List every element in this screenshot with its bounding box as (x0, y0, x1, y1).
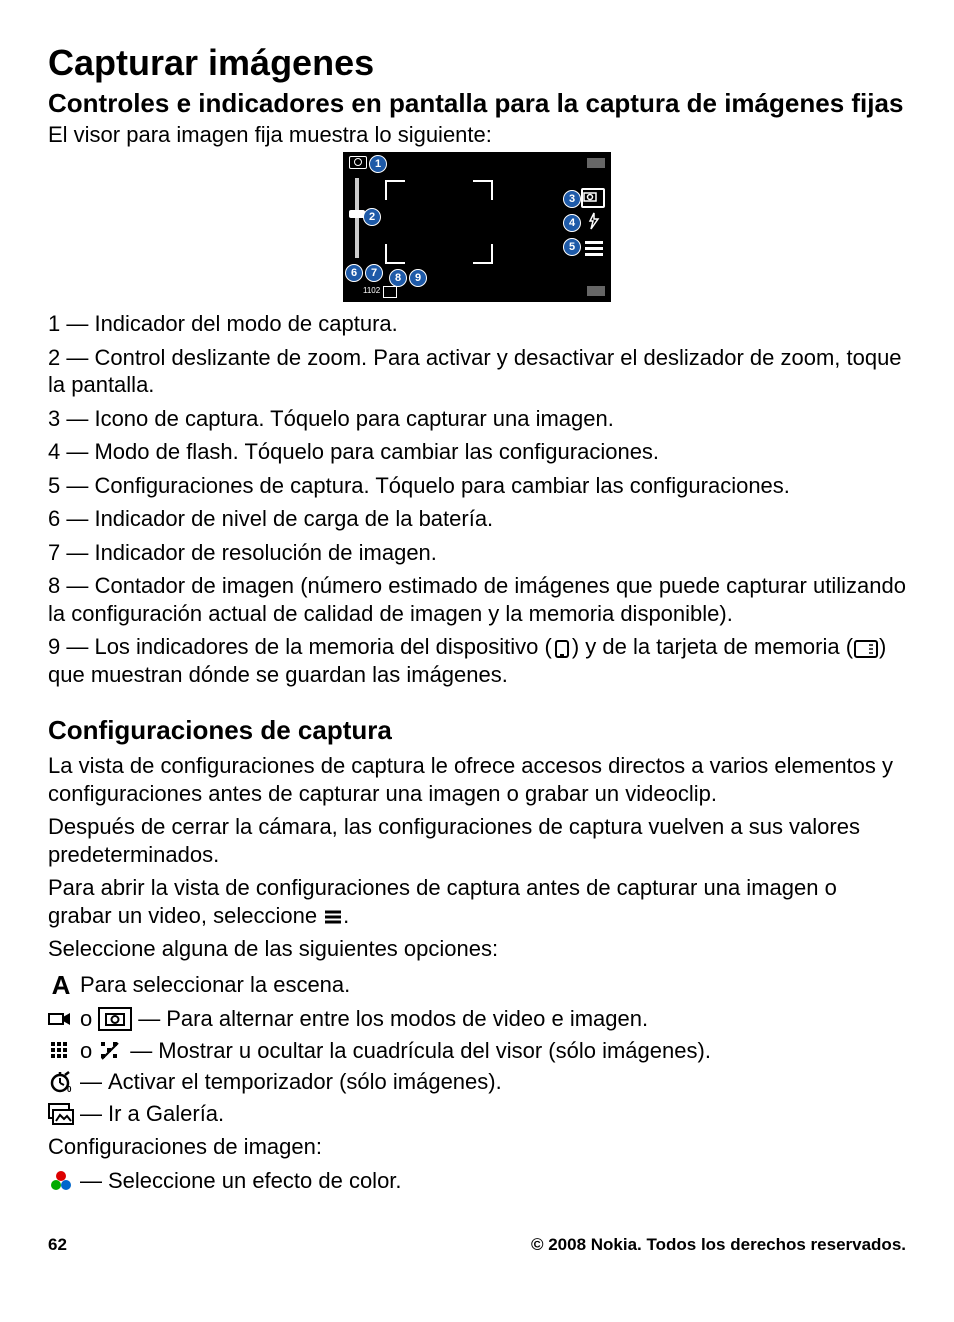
copyright: © 2008 Nokia. Todos los derechos reserva… (531, 1234, 906, 1255)
option-scene-text: Para seleccionar la escena. (80, 971, 350, 999)
settings-p3b: . (343, 903, 349, 928)
option-timer-text: Activar el temporizador (sólo imágenes). (108, 1068, 502, 1096)
grid-off-icon (98, 1040, 124, 1062)
capture-icon (581, 188, 605, 208)
option-toggle-text: Para alternar entre los modos de video e… (166, 1005, 648, 1033)
option-gallery-text: Ir a Galería. (108, 1100, 224, 1128)
section-controls-title: Controles e indicadores en pantalla para… (48, 89, 906, 119)
timer-icon: 0 (48, 1071, 74, 1093)
settings-p4: Seleccione alguna de las siguientes opci… (48, 935, 906, 963)
focus-corner-bl (385, 244, 405, 264)
dash-3: — (80, 1068, 102, 1096)
settings-menu-icon (585, 238, 603, 259)
image-counter: 1102 (363, 286, 380, 296)
indicator-5: 5 — Configuraciones de captura. Tóquelo … (48, 472, 906, 500)
video-mode-icon (48, 1008, 74, 1030)
indicator-9-text-b: ) y de la tarjeta de memoria ( (572, 634, 853, 659)
page-number: 62 (48, 1234, 67, 1255)
indicator-9-text-a: 9 — Los indicadores de la memoria del di… (48, 634, 552, 659)
still-mode-icon (98, 1007, 132, 1031)
memory-card-icon (853, 639, 879, 659)
menu-icon (323, 909, 343, 925)
viewfinder: 1 2 3 4 5 6 7 8 9 1102 (343, 152, 611, 302)
callout-1: 1 (369, 155, 387, 173)
focus-corner-tl (385, 180, 405, 200)
option-color-effect: — Seleccione un efecto de color. (48, 1167, 906, 1195)
option-gallery: — Ir a Galería. (48, 1100, 906, 1128)
dash-5: — (80, 1167, 102, 1195)
callout-7: 7 (365, 264, 383, 282)
color-effect-icon (48, 1170, 74, 1192)
indicator-6: 6 — Indicador de nivel de carga de la ba… (48, 505, 906, 533)
settings-p3: Para abrir la vista de configuraciones d… (48, 874, 906, 929)
zoom-track (355, 178, 359, 258)
indicator-7: 7 — Indicador de resolución de imagen. (48, 539, 906, 567)
page-footer: 62 © 2008 Nokia. Todos los derechos rese… (48, 1234, 906, 1255)
flash-icon (583, 212, 605, 230)
option-toggle-mode: o — Para alternar entre los modos de vid… (48, 1005, 906, 1033)
grid-on-icon (48, 1040, 74, 1062)
settings-p3a: Para abrir la vista de configuraciones d… (48, 875, 837, 928)
indicator-2: 2 — Control deslizante de zoom. Para act… (48, 344, 906, 399)
scene-letter-icon: A (48, 969, 74, 1002)
page-title: Capturar imágenes (48, 40, 906, 85)
indicator-1: 1 — Indicador del modo de captura. (48, 310, 906, 338)
gallery-icon (48, 1103, 74, 1125)
callout-2: 2 (363, 208, 381, 226)
option-grid-text: Mostrar u ocultar la cuadrícula del viso… (158, 1037, 711, 1065)
settings-p2: Después de cerrar la cámara, las configu… (48, 813, 906, 868)
viewfinder-figure: 1 2 3 4 5 6 7 8 9 1102 (48, 152, 906, 302)
dash-1: — (138, 1005, 160, 1033)
settings-p1: La vista de configuraciones de captura l… (48, 752, 906, 807)
focus-corner-br (473, 244, 493, 264)
device-memory-icon (552, 639, 572, 659)
dash-2: — (130, 1037, 152, 1065)
indicator-8: 8 — Contador de imagen (número estimado … (48, 572, 906, 627)
callout-4: 4 (563, 214, 581, 232)
indicator-4: 4 — Modo de flash. Tóquelo para cambiar … (48, 438, 906, 466)
callout-8: 8 (389, 269, 407, 287)
camera-mode-icon (349, 156, 367, 169)
dash-4: — (80, 1100, 102, 1128)
image-config-label: Configuraciones de imagen: (48, 1133, 906, 1161)
indicator-3: 3 — Icono de captura. Tóquelo para captu… (48, 405, 906, 433)
option-scene: A Para seleccionar la escena. (48, 969, 906, 1002)
section-settings-title: Configuraciones de captura (48, 716, 906, 746)
option-color-text: Seleccione un efecto de color. (108, 1167, 402, 1195)
callout-9: 9 (409, 269, 427, 287)
or-text-2: o (80, 1037, 92, 1065)
callout-3: 3 (563, 190, 581, 208)
section-controls-intro: El visor para imagen fija muestra lo sig… (48, 121, 906, 149)
bottom-gray-bar (587, 286, 605, 296)
top-gray-bar (587, 158, 605, 168)
or-text-1: o (80, 1005, 92, 1033)
callout-6: 6 (345, 264, 363, 282)
svg-text:0: 0 (67, 1085, 72, 1093)
option-timer: 0 — Activar el temporizador (sólo imágen… (48, 1068, 906, 1096)
memory-tiny-icon (383, 286, 397, 298)
option-grid: o — Mostrar u ocultar la cuadrícula del … (48, 1037, 906, 1065)
indicator-9: 9 — Los indicadores de la memoria del di… (48, 633, 906, 688)
callout-5: 5 (563, 238, 581, 256)
focus-corner-tr (473, 180, 493, 200)
